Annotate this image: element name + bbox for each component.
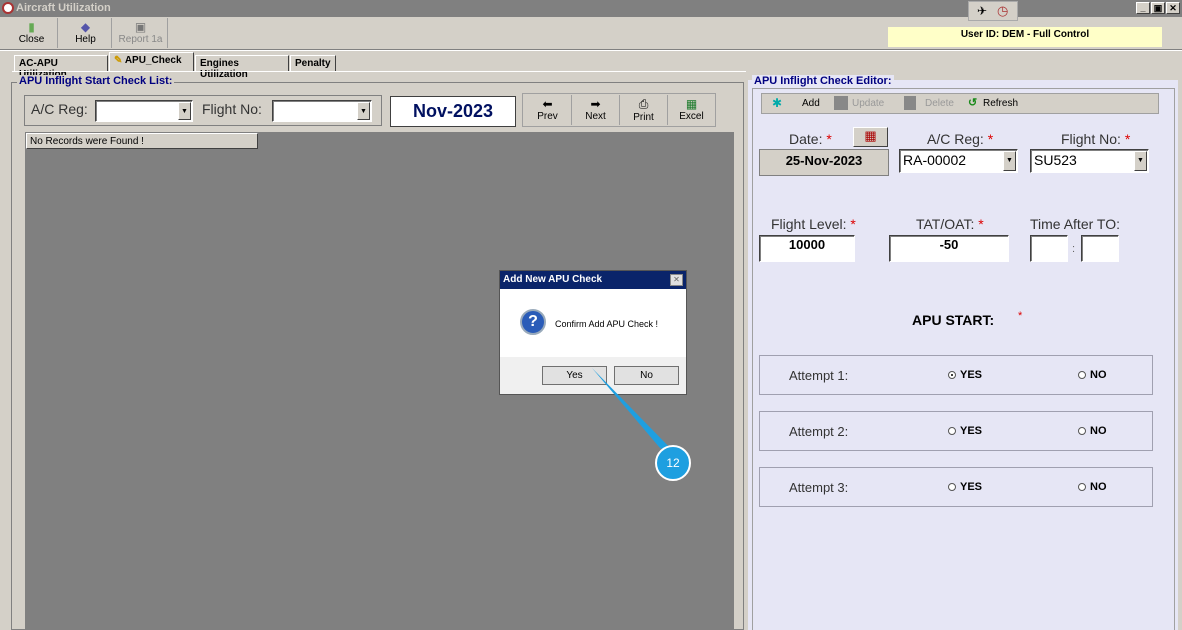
callout-pointer — [592, 368, 691, 481]
callout-pointer-shape — [592, 368, 678, 456]
callout-step-number: 12 — [666, 456, 680, 470]
